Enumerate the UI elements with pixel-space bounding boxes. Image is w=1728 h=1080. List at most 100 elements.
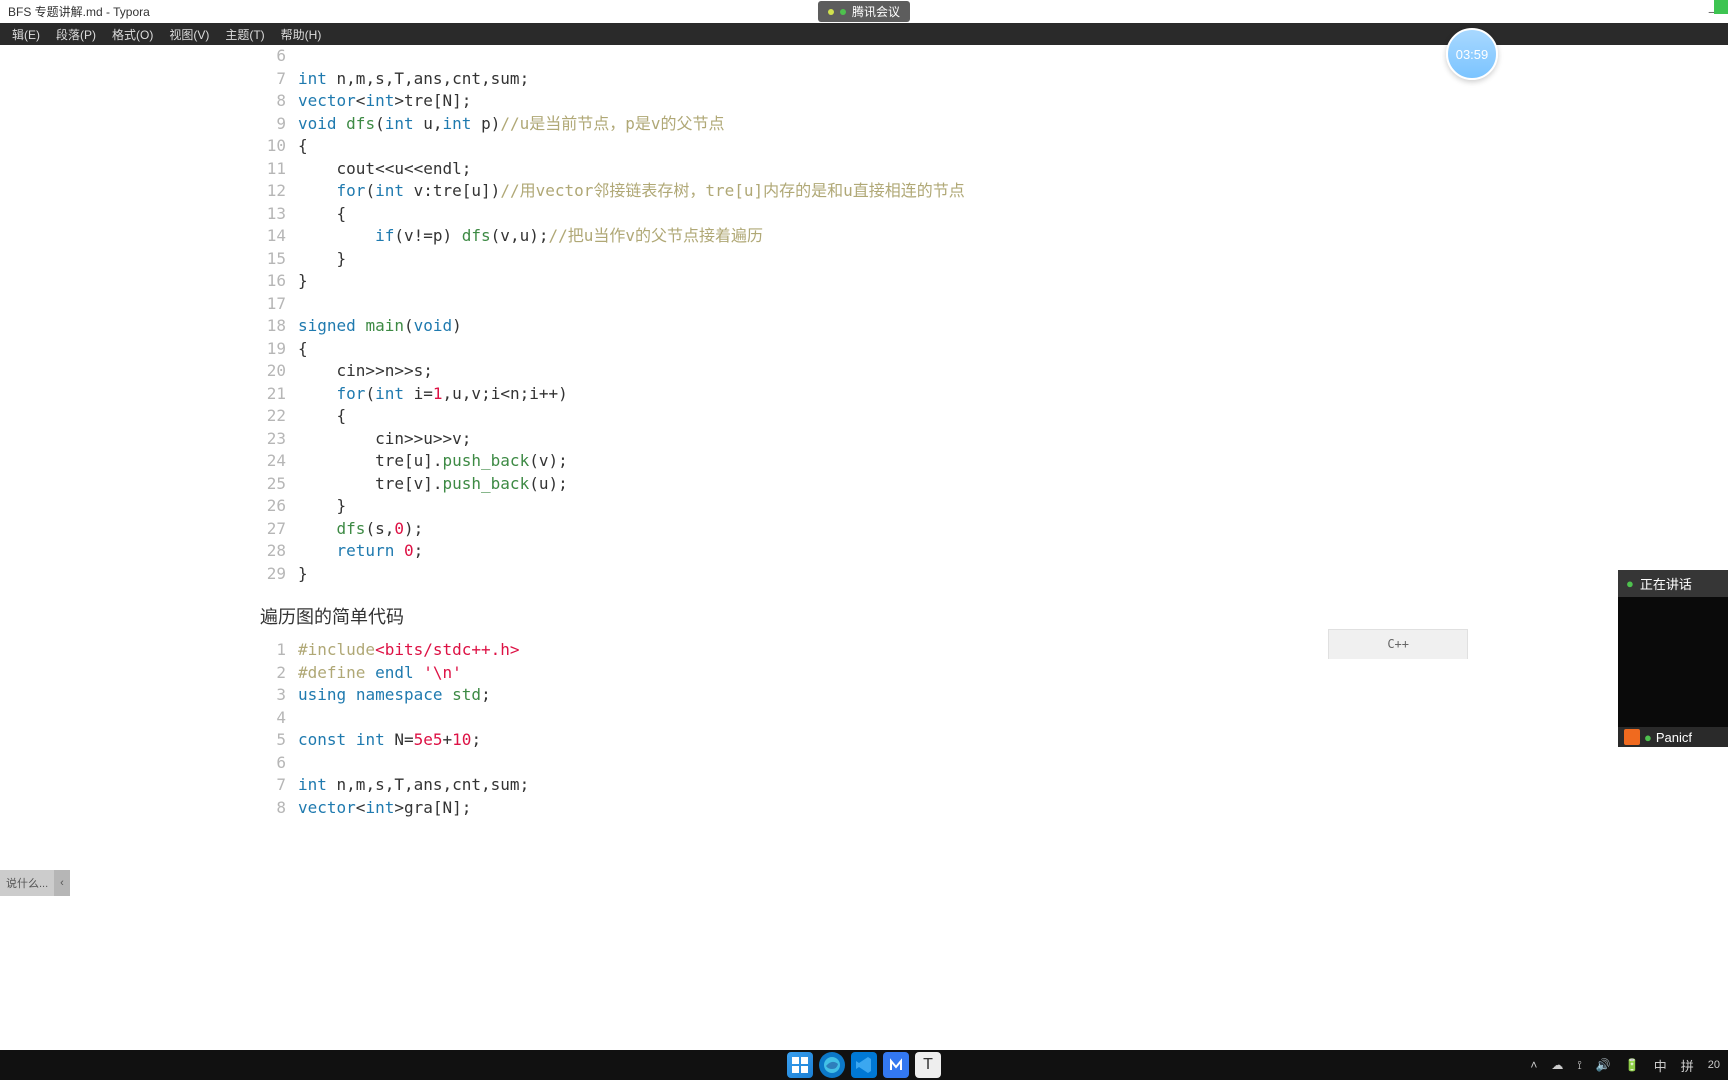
code-line[interactable]: 4	[260, 707, 1468, 730]
menu-view[interactable]: 视图(V)	[161, 24, 217, 45]
code-line[interactable]: 2#define endl '\n'	[260, 662, 1468, 685]
code-text[interactable]: const int N=5e5+10;	[298, 729, 481, 752]
clock[interactable]: 20	[1708, 1059, 1720, 1071]
code-text[interactable]: {	[298, 135, 308, 158]
code-text[interactable]: int n,m,s,T,ans,cnt,sum;	[298, 68, 529, 91]
code-line[interactable]: 21 for(int i=1,u,v;i<n;i++)	[260, 383, 1468, 406]
code-text[interactable]: vector<int>tre[N];	[298, 90, 471, 113]
code-text[interactable]: cin>>u>>v;	[298, 428, 471, 451]
code-text[interactable]: for(int i=1,u,v;i<n;i++)	[298, 383, 568, 406]
typora-icon[interactable]: T	[915, 1052, 941, 1078]
code-text[interactable]: tre[u].push_back(v);	[298, 450, 568, 473]
code-line[interactable]: 12 for(int v:tre[u])//用vector邻接链表存树，tre[…	[260, 180, 1468, 203]
code-line[interactable]: 14 if(v!=p) dfs(v,u);//把u当作v的父节点接着遍历	[260, 225, 1468, 248]
chevron-left-icon: ‹	[54, 870, 70, 896]
code-text[interactable]: cin>>n>>s;	[298, 360, 433, 383]
start-button[interactable]	[787, 1052, 813, 1078]
code-text[interactable]: signed main(void)	[298, 315, 462, 338]
code-line[interactable]: 1#include<bits/stdc++.h>	[260, 639, 1468, 662]
onedrive-icon[interactable]: ☁	[1551, 1058, 1563, 1072]
code-line[interactable]: 20 cin>>n>>s;	[260, 360, 1468, 383]
code-text[interactable]: return 0;	[298, 540, 423, 563]
code-text[interactable]: dfs(s,0);	[298, 518, 423, 541]
code-line[interactable]: 25 tre[v].push_back(u);	[260, 473, 1468, 496]
section-heading[interactable]: 遍历图的简单代码	[260, 603, 1468, 629]
ime-indicator-1[interactable]: 中	[1654, 1056, 1667, 1075]
code-language-tag[interactable]: C++	[1328, 629, 1468, 659]
timer-bubble[interactable]: 03:59	[1446, 28, 1498, 80]
editor-content[interactable]: 67int n,m,s,T,ans,cnt,sum;8vector<int>tr…	[0, 45, 1728, 1050]
code-line[interactable]: 16}	[260, 270, 1468, 293]
code-text[interactable]: }	[298, 563, 308, 586]
code-line[interactable]: 27 dfs(s,0);	[260, 518, 1468, 541]
code-text[interactable]: int n,m,s,T,ans,cnt,sum;	[298, 774, 529, 797]
code-line[interactable]: 15 }	[260, 248, 1468, 271]
line-number: 6	[260, 45, 298, 68]
code-line[interactable]: 26 }	[260, 495, 1468, 518]
code-block-1[interactable]: 67int n,m,s,T,ans,cnt,sum;8vector<int>tr…	[260, 45, 1468, 585]
code-line[interactable]: 29}	[260, 563, 1468, 586]
code-text[interactable]: using namespace std;	[298, 684, 491, 707]
line-number: 1	[260, 639, 298, 662]
code-line[interactable]: 23 cin>>u>>v;	[260, 428, 1468, 451]
line-number: 12	[260, 180, 298, 203]
code-text[interactable]: for(int v:tre[u])//用vector邻接链表存树，tre[u]内…	[298, 180, 965, 203]
menu-theme[interactable]: 主题(T)	[217, 24, 272, 45]
outline-toggle[interactable]: 说什么... ‹	[0, 870, 70, 896]
participant-row[interactable]: ● Panicf	[1618, 727, 1728, 747]
code-text[interactable]: cout<<u<<endl;	[298, 158, 471, 181]
code-line[interactable]: 11 cout<<u<<endl;	[260, 158, 1468, 181]
video-thumbnail[interactable]	[1618, 597, 1728, 727]
code-line[interactable]: 13 {	[260, 203, 1468, 226]
speaking-indicator: ● 正在讲话	[1618, 570, 1728, 597]
code-text[interactable]: if(v!=p) dfs(v,u);//把u当作v的父节点接着遍历	[298, 225, 763, 248]
code-line[interactable]: 18signed main(void)	[260, 315, 1468, 338]
wifi-icon[interactable]: ⟟	[1577, 1058, 1581, 1073]
code-line[interactable]: 22 {	[260, 405, 1468, 428]
window-title: BFS 专题讲解.md - Typora	[8, 3, 150, 20]
code-line[interactable]: 9void dfs(int u,int p)//u是当前节点，p是v的父节点	[260, 113, 1468, 136]
menu-help[interactable]: 帮助(H)	[273, 24, 330, 45]
code-text[interactable]: {	[298, 405, 346, 428]
code-block-2[interactable]: C++ 1#include<bits/stdc++.h>2#define end…	[260, 639, 1468, 819]
menu-paragraph[interactable]: 段落(P)	[48, 24, 104, 45]
ime-indicator-2[interactable]: 拼	[1681, 1056, 1694, 1075]
code-text[interactable]: #include<bits/stdc++.h>	[298, 639, 520, 662]
code-line[interactable]: 10{	[260, 135, 1468, 158]
code-line[interactable]: 7int n,m,s,T,ans,cnt,sum;	[260, 774, 1468, 797]
meeting-indicator[interactable]: 腾讯会议	[818, 1, 910, 22]
code-text[interactable]: }	[298, 495, 346, 518]
code-line[interactable]: 6	[260, 45, 1468, 68]
code-text[interactable]: }	[298, 248, 346, 271]
code-line[interactable]: 7int n,m,s,T,ans,cnt,sum;	[260, 68, 1468, 91]
line-number: 7	[260, 774, 298, 797]
code-line[interactable]: 24 tre[u].push_back(v);	[260, 450, 1468, 473]
menu-edit[interactable]: 辑(E)	[4, 24, 48, 45]
meeting-app-icon[interactable]	[883, 1052, 909, 1078]
battery-icon[interactable]: 🔋	[1625, 1058, 1640, 1072]
code-line[interactable]: 8vector<int>tre[N];	[260, 90, 1468, 113]
code-text[interactable]: #define endl '\n'	[298, 662, 462, 685]
tray-chevron-icon[interactable]: ˄	[1530, 1058, 1537, 1072]
code-text[interactable]: }	[298, 270, 308, 293]
code-line[interactable]: 17	[260, 293, 1468, 316]
vscode-icon[interactable]	[851, 1052, 877, 1078]
speaking-label: 正在讲话	[1640, 574, 1692, 593]
menu-format[interactable]: 格式(O)	[104, 24, 161, 45]
edge-icon[interactable]	[819, 1052, 845, 1078]
code-line[interactable]: 28 return 0;	[260, 540, 1468, 563]
code-line[interactable]: 5const int N=5e5+10;	[260, 729, 1468, 752]
code-text[interactable]: {	[298, 338, 308, 361]
line-number: 11	[260, 158, 298, 181]
code-text[interactable]: void dfs(int u,int p)//u是当前节点，p是v的父节点	[298, 113, 725, 136]
line-number: 7	[260, 68, 298, 91]
meeting-side-panel: ● 正在讲话 ● Panicf	[1618, 570, 1728, 747]
code-line[interactable]: 8vector<int>gra[N];	[260, 797, 1468, 820]
code-text[interactable]: tre[v].push_back(u);	[298, 473, 568, 496]
code-text[interactable]: {	[298, 203, 346, 226]
volume-icon[interactable]: 🔊	[1596, 1058, 1611, 1072]
code-line[interactable]: 6	[260, 752, 1468, 775]
code-line[interactable]: 3using namespace std;	[260, 684, 1468, 707]
code-text[interactable]: vector<int>gra[N];	[298, 797, 471, 820]
code-line[interactable]: 19{	[260, 338, 1468, 361]
